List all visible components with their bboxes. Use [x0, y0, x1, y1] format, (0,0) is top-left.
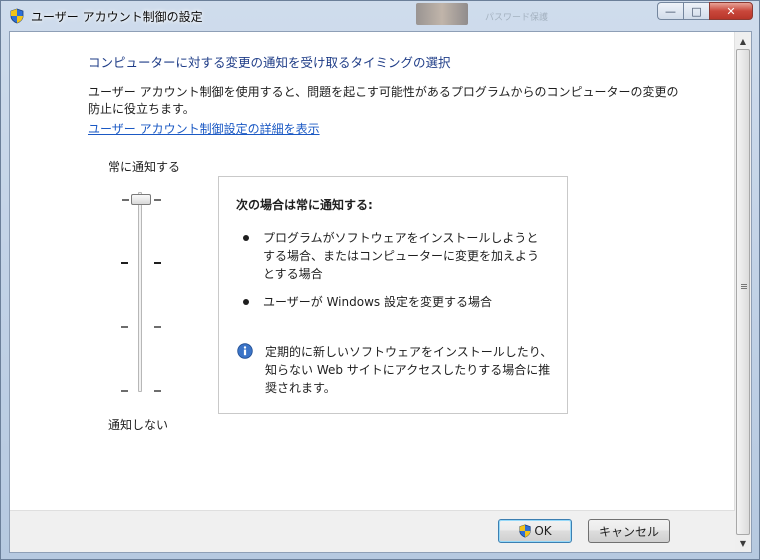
dialog-button-bar: OK キャンセル	[10, 510, 735, 552]
minimize-button[interactable]: —	[657, 2, 683, 20]
slider-tick	[154, 390, 161, 392]
close-button[interactable]: ✕	[709, 2, 753, 20]
slider-thumb[interactable]	[131, 194, 151, 205]
cancel-button[interactable]: キャンセル	[588, 519, 670, 543]
slider-bottom-label: 通知しない	[108, 418, 169, 432]
bullet-icon	[243, 299, 249, 305]
bullet-list: プログラムがソフトウェアをインストールしようとする場合、またはコンピューターに変…	[239, 229, 549, 321]
scroll-down-button[interactable]: ▼	[735, 535, 751, 551]
scroll-up-button[interactable]: ▲	[735, 33, 751, 49]
list-item: ユーザーが Windows 設定を変更する場合	[239, 293, 549, 311]
learn-more-link[interactable]: ユーザー アカウント制御設定の詳細を表示	[88, 120, 320, 137]
window-title: ユーザー アカウント制御の設定	[31, 10, 203, 24]
vertical-scrollbar[interactable]: ▲ ▼	[734, 32, 751, 552]
slider-tick	[154, 199, 161, 201]
chevron-up-icon: ▲	[739, 36, 747, 46]
background-window-text: パスワード保護	[485, 13, 549, 23]
scrollbar-thumb[interactable]	[736, 49, 750, 535]
note-text: 定期的に新しいソフトウェアをインストールしたり、知らない Web サイトにアクセ…	[265, 345, 553, 395]
slider-tick	[154, 326, 161, 328]
slider-track[interactable]	[138, 192, 142, 392]
ok-button[interactable]: OK	[498, 519, 572, 543]
minimize-icon: —	[665, 4, 676, 18]
bullet-icon	[243, 235, 249, 241]
title-bar[interactable]: ユーザー アカウント制御の設定 パスワード保護 — □ ✕	[1, 1, 759, 31]
slider-tick	[121, 390, 128, 392]
level-description-panel: 次の場合は常に通知する: プログラムがソフトウェアをインストールしようとする場合…	[218, 176, 568, 414]
bullet-text: ユーザーが Windows 設定を変更する場合	[263, 295, 492, 309]
dialog-client-area: コンピューターに対する変更の通知を受け取るタイミングの選択 ユーザー アカウント…	[9, 31, 752, 553]
close-icon: ✕	[726, 4, 736, 18]
cancel-button-label: キャンセル	[598, 524, 659, 539]
slider-tick	[121, 326, 128, 328]
bullet-text: プログラムがソフトウェアをインストールしようとする場合、またはコンピューターに変…	[263, 231, 540, 281]
uac-shield-icon	[10, 8, 24, 24]
caption-buttons: — □ ✕	[657, 2, 753, 20]
panel-heading: 次の場合は常に通知する:	[236, 198, 373, 212]
ok-button-label: OK	[534, 524, 552, 538]
background-window-thumbnail	[416, 3, 468, 25]
slider-tick	[154, 262, 161, 264]
maximize-icon: □	[691, 4, 702, 18]
list-item: プログラムがソフトウェアをインストールしようとする場合、またはコンピューターに変…	[239, 229, 549, 283]
info-icon	[237, 343, 253, 359]
slider-tick	[121, 262, 128, 264]
chevron-down-icon: ▼	[739, 538, 747, 548]
maximize-button[interactable]: □	[683, 2, 709, 20]
page-title: コンピューターに対する変更の通知を受け取るタイミングの選択	[88, 55, 451, 70]
description-text: ユーザー アカウント制御を使用すると、問題を起こす可能性があるプログラムからのコ…	[88, 85, 679, 116]
uac-settings-window: ユーザー アカウント制御の設定 パスワード保護 — □ ✕ コンピューターに対す…	[0, 0, 760, 560]
slider-top-label: 常に通知する	[108, 160, 181, 174]
slider-tick	[122, 199, 129, 201]
uac-shield-icon	[519, 524, 531, 538]
notification-level-slider[interactable]	[110, 182, 180, 402]
scroll-grip-icon	[741, 284, 747, 289]
